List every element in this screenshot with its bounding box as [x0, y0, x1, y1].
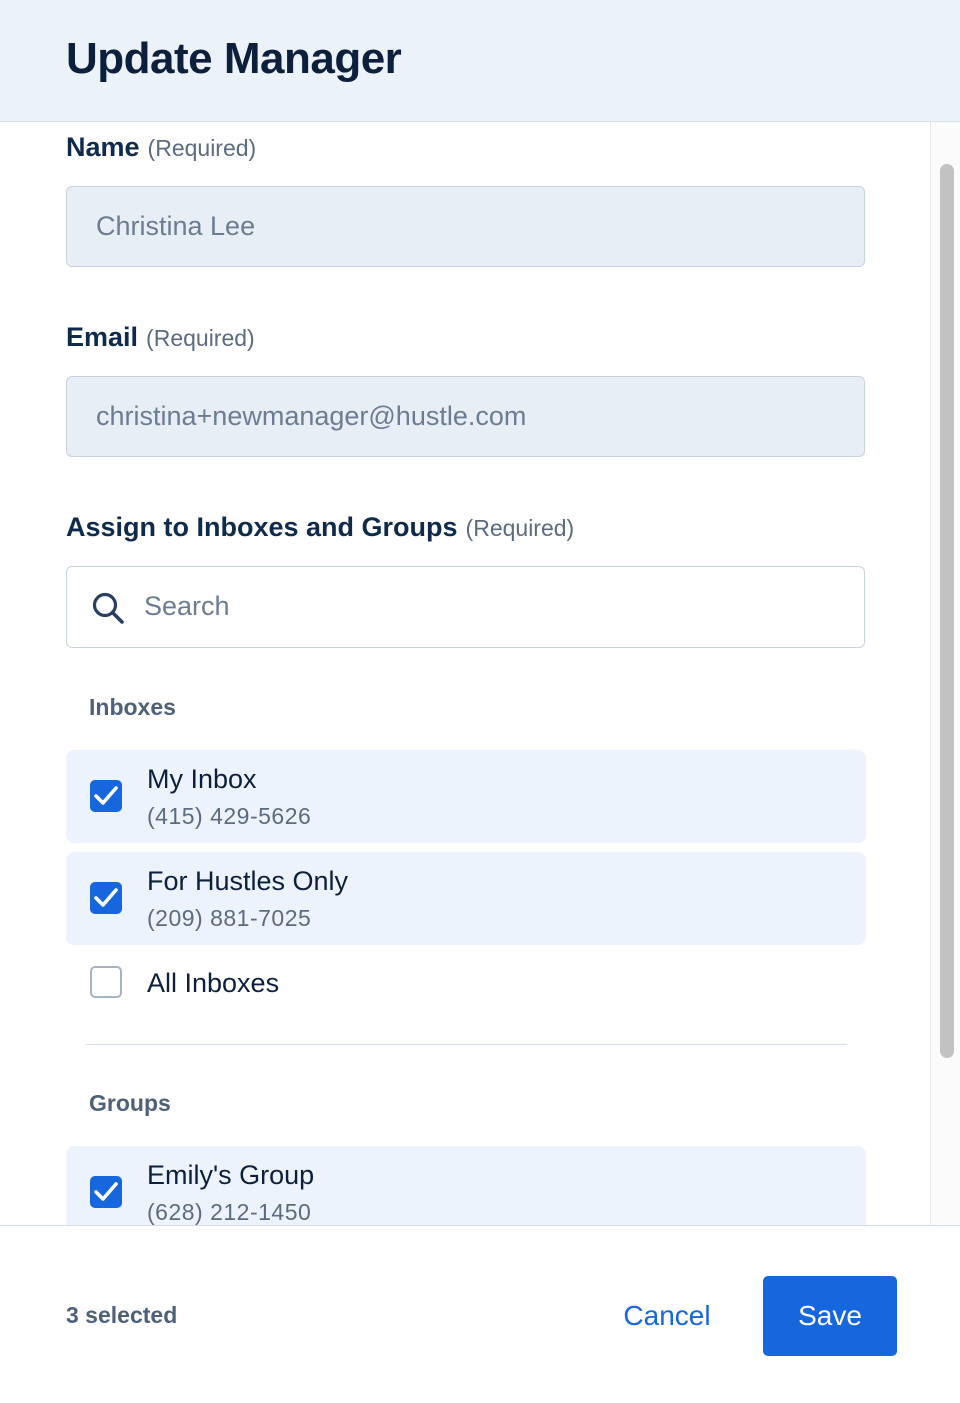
- email-label-text: Email: [66, 322, 139, 352]
- groups-heading: Groups: [89, 1090, 171, 1116]
- search-icon: [92, 592, 124, 624]
- checkbox-checked[interactable]: [90, 1176, 122, 1208]
- option-phone: (415) 429-5626: [147, 803, 312, 829]
- assign-required-note: (Required): [465, 515, 575, 541]
- checkbox-unchecked[interactable]: [90, 966, 122, 998]
- email-field[interactable]: christina+newmanager@hustle.com: [66, 376, 865, 457]
- modal-header: Update Manager: [0, 0, 960, 122]
- scrollbar-thumb[interactable]: [940, 164, 954, 1058]
- option-title: Emily's Group: [147, 1160, 315, 1190]
- modal-title: Update Manager: [66, 34, 402, 83]
- scrollbar[interactable]: [930, 122, 960, 1225]
- modal-footer: 3 selected Cancel Save: [0, 1225, 960, 1403]
- search-input[interactable]: Search: [66, 566, 865, 648]
- option-title: All Inboxes: [147, 968, 280, 998]
- save-button[interactable]: Save: [763, 1276, 897, 1356]
- group-option-emilys-group[interactable]: Emily's Group (628) 212-1450: [66, 1146, 866, 1225]
- checkmark-icon: [94, 888, 118, 907]
- search-placeholder: Search: [144, 591, 230, 621]
- inbox-option-all-inboxes[interactable]: All Inboxes: [66, 954, 866, 1012]
- name-field[interactable]: Christina Lee: [66, 186, 865, 267]
- name-required-note: (Required): [147, 135, 257, 161]
- option-title: For Hustles Only: [147, 866, 349, 896]
- assign-label: Assign to Inboxes and Groups (Required): [66, 512, 574, 543]
- checkbox-checked[interactable]: [90, 780, 122, 812]
- option-phone: (209) 881-7025: [147, 905, 312, 931]
- checkbox-checked[interactable]: [90, 882, 122, 914]
- checkmark-icon: [94, 786, 118, 805]
- option-title: My Inbox: [147, 764, 257, 794]
- inboxes-heading: Inboxes: [89, 694, 176, 720]
- modal-body[interactable]: Name (Required) Christina Lee Email (Requi…: [0, 122, 930, 1225]
- inbox-option-my-inbox[interactable]: My Inbox (415) 429-5626: [66, 750, 866, 843]
- email-required-note: (Required): [146, 325, 255, 351]
- section-divider: [86, 1044, 847, 1045]
- email-label: Email (Required): [66, 322, 255, 353]
- assign-label-text: Assign to Inboxes and Groups: [66, 512, 458, 542]
- cancel-button[interactable]: Cancel: [600, 1276, 734, 1356]
- selected-count: 3 selected: [66, 1302, 178, 1328]
- checkmark-icon: [94, 1182, 118, 1201]
- name-label: Name (Required): [66, 132, 256, 163]
- inbox-option-for-hustles-only[interactable]: For Hustles Only (209) 881-7025: [66, 852, 866, 945]
- update-manager-modal: Update Manager Name (Required) Christina …: [0, 0, 960, 1403]
- option-phone: (628) 212-1450: [147, 1199, 312, 1225]
- name-label-text: Name: [66, 132, 140, 162]
